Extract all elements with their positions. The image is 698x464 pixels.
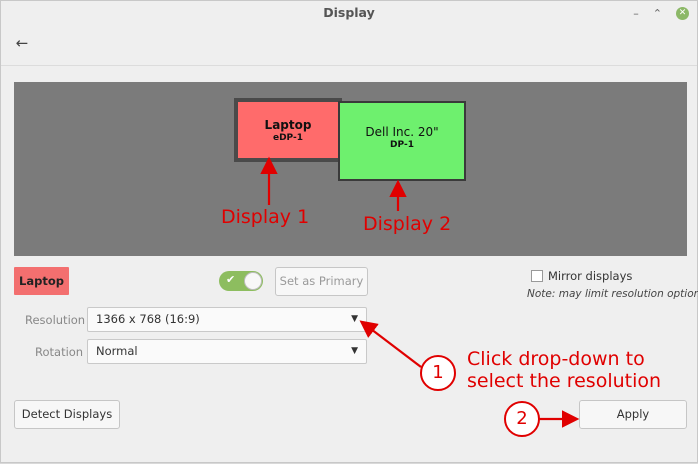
step1-arrow <box>359 320 422 368</box>
display-window: Display – ⌃ ✕ ← Laptop eDP-1 Dell Inc. 2… <box>0 0 698 463</box>
monitor-port: eDP-1 <box>272 133 303 143</box>
step1-instruction: Click drop-down to select the resolution <box>467 348 661 392</box>
monitor-dell[interactable]: Dell Inc. 20" DP-1 <box>338 101 466 181</box>
monitor-laptop[interactable]: Laptop eDP-1 <box>234 98 342 162</box>
mirror-displays-option: Mirror displays <box>531 269 632 283</box>
selected-monitor-badge: Laptop <box>14 267 69 295</box>
monitor-name: Dell Inc. 20" <box>365 125 439 139</box>
step1-instruction-line2: select the resolution <box>467 370 662 392</box>
monitor-enabled-toggle[interactable]: ✔ <box>219 271 263 291</box>
close-icon[interactable]: ✕ <box>676 6 689 20</box>
monitor-name: Laptop <box>264 118 312 132</box>
mirror-displays-checkbox[interactable] <box>531 270 543 282</box>
display1-annotation: Display 1 <box>221 206 310 228</box>
detect-displays-button[interactable]: Detect Displays <box>14 400 120 429</box>
display2-annotation: Display 2 <box>363 213 452 235</box>
resolution-select[interactable]: 1366 x 768 (16:9) ▼ <box>87 307 367 332</box>
mirror-note: Note: may limit resolution options <box>527 288 698 300</box>
rotation-label: Rotation <box>35 345 84 359</box>
set-as-primary-button[interactable]: Set as Primary <box>275 267 368 296</box>
title-bar: Display <box>1 1 697 25</box>
window-title: Display <box>323 5 375 20</box>
window-controls: – ⌃ ✕ <box>633 1 689 25</box>
step1-instruction-line1: Click drop-down to <box>467 348 645 370</box>
rotation-select[interactable]: Normal ▼ <box>87 339 367 364</box>
mirror-displays-label: Mirror displays <box>548 269 633 283</box>
dropdown-arrow-icon: ▼ <box>351 346 358 356</box>
dropdown-arrow-icon: ▼ <box>351 314 358 324</box>
minimize-icon[interactable]: – <box>633 7 639 20</box>
toolbar-divider <box>1 65 697 66</box>
resolution-label: Resolution <box>25 313 86 327</box>
maximize-icon[interactable]: ⌃ <box>653 7 662 20</box>
back-arrow-icon[interactable]: ← <box>12 33 32 53</box>
rotation-value: Normal <box>96 344 138 358</box>
step2-badge: 2 <box>504 401 540 437</box>
monitor-port: DP-1 <box>390 140 414 150</box>
monitor-arrangement-canvas: Laptop eDP-1 Dell Inc. 20" DP-1 <box>14 82 687 256</box>
step1-badge: 1 <box>420 355 456 391</box>
apply-button[interactable]: Apply <box>579 400 687 429</box>
check-icon: ✔ <box>226 273 236 286</box>
toggle-knob <box>244 272 262 290</box>
resolution-value: 1366 x 768 (16:9) <box>96 312 200 326</box>
